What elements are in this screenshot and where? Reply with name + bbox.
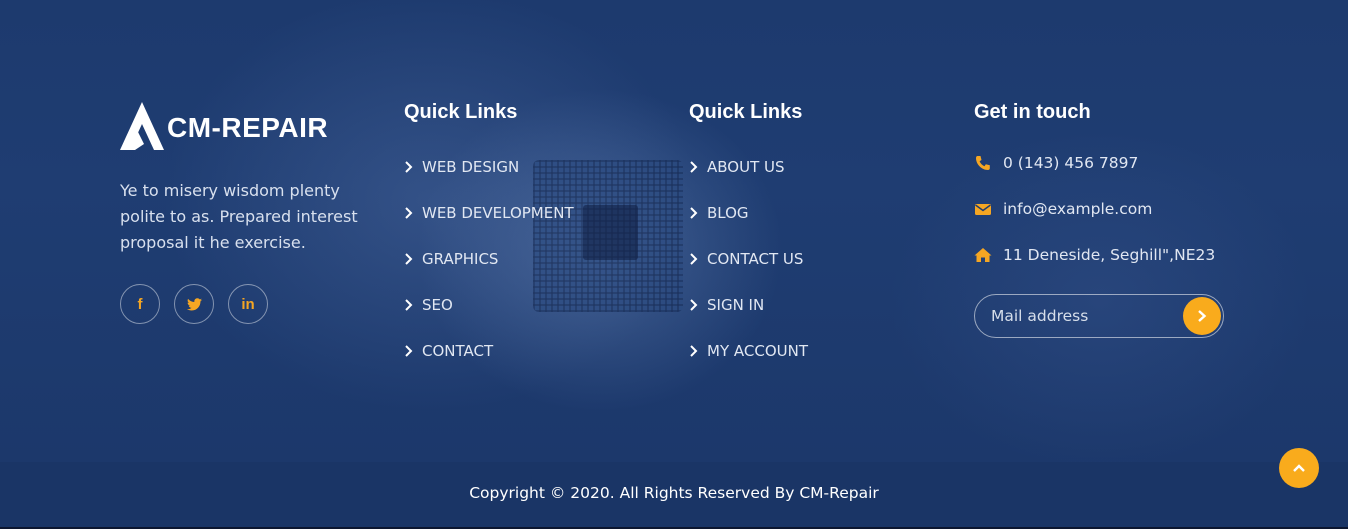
- home-icon: [974, 248, 992, 262]
- footer-bottom: Copyright © 2020. All Rights Reserved By…: [0, 462, 1348, 529]
- chevron-right-icon: [690, 299, 698, 311]
- logo[interactable]: CM-REPAIR: [120, 98, 380, 154]
- link-label: GRAPHICS: [422, 250, 499, 268]
- link-seo[interactable]: SEO: [404, 282, 664, 328]
- chevron-right-icon: [405, 345, 413, 357]
- contact-phone[interactable]: 0 (143) 456 7897: [974, 140, 1234, 186]
- phone-icon: [976, 156, 990, 170]
- link-label: WEB DEVELOPMENT: [422, 204, 574, 222]
- quick-links-column-1: Quick Links WEB DESIGN WEB DEVELOPMENT G…: [404, 96, 664, 374]
- link-graphics[interactable]: GRAPHICS: [404, 236, 664, 282]
- address-text: 11 Deneside, Seghill",NE23: [1003, 246, 1216, 264]
- contact-address: 11 Deneside, Seghill",NE23: [974, 232, 1234, 278]
- quick-links-title: Quick Links: [404, 101, 518, 123]
- scroll-to-top-button[interactable]: [1279, 448, 1319, 488]
- email-text: info@example.com: [1003, 200, 1153, 218]
- chevron-right-icon: [405, 299, 413, 311]
- twitter-link[interactable]: [174, 284, 214, 324]
- link-web-development[interactable]: WEB DEVELOPMENT: [404, 190, 664, 236]
- chevron-right-icon: [405, 253, 413, 265]
- footer-top: CM-REPAIR Ye to misery wisdom plenty pol…: [0, 0, 1348, 462]
- chevron-right-icon: [1198, 310, 1207, 322]
- contact-title: Get in touch: [974, 101, 1091, 123]
- copyright-text: Copyright © 2020. All Rights Reserved By…: [469, 484, 879, 502]
- contact-email[interactable]: info@example.com: [974, 186, 1234, 232]
- link-label: MY ACCOUNT: [707, 342, 808, 360]
- chevron-right-icon: [405, 161, 413, 173]
- link-contact[interactable]: CONTACT: [404, 328, 664, 374]
- phone-text: 0 (143) 456 7897: [1003, 154, 1139, 172]
- brand-column: CM-REPAIR Ye to misery wisdom plenty pol…: [120, 96, 380, 324]
- newsletter-submit-button[interactable]: [1183, 297, 1221, 335]
- contact-list: 0 (143) 456 7897 info@example.com 11 Den…: [974, 140, 1234, 278]
- contact-column: Get in touch 0 (143) 456 7897 info@examp…: [974, 96, 1234, 338]
- quick-links-list: WEB DESIGN WEB DEVELOPMENT GRAPHICS SEO …: [404, 144, 664, 374]
- chevron-up-icon: [1293, 464, 1305, 472]
- social-links: f in: [120, 284, 380, 324]
- link-label: CONTACT US: [707, 250, 804, 268]
- newsletter-email-input[interactable]: [975, 307, 1175, 325]
- link-label: WEB DESIGN: [422, 158, 520, 176]
- quick-links-list: ABOUT US BLOG CONTACT US SIGN IN MY ACCO…: [689, 144, 949, 374]
- chevron-right-icon: [690, 253, 698, 265]
- envelope-icon: [975, 204, 991, 215]
- link-label: BLOG: [707, 204, 749, 222]
- chevron-right-icon: [690, 207, 698, 219]
- link-contact-us[interactable]: CONTACT US: [689, 236, 949, 282]
- quick-links-column-2: Quick Links ABOUT US BLOG CONTACT US SIG…: [689, 96, 949, 374]
- newsletter-form: [974, 294, 1224, 338]
- link-label: SIGN IN: [707, 296, 765, 314]
- link-blog[interactable]: BLOG: [689, 190, 949, 236]
- link-label: SEO: [422, 296, 453, 314]
- facebook-link[interactable]: f: [120, 284, 160, 324]
- link-label: CONTACT: [422, 342, 494, 360]
- linkedin-icon: in: [241, 295, 255, 313]
- brand-about-text: Ye to misery wisdom plenty polite to as.…: [120, 181, 358, 252]
- triangle-logo-icon: [120, 102, 164, 150]
- twitter-icon: [186, 297, 202, 310]
- link-about-us[interactable]: ABOUT US: [689, 144, 949, 190]
- link-my-account[interactable]: MY ACCOUNT: [689, 328, 949, 374]
- linkedin-link[interactable]: in: [228, 284, 268, 324]
- chevron-right-icon: [690, 345, 698, 357]
- quick-links-title: Quick Links: [689, 101, 803, 123]
- brand-name: CM-REPAIR: [167, 112, 329, 143]
- link-label: ABOUT US: [707, 158, 785, 176]
- chevron-right-icon: [405, 207, 413, 219]
- facebook-icon: f: [137, 295, 143, 313]
- link-sign-in[interactable]: SIGN IN: [689, 282, 949, 328]
- link-web-design[interactable]: WEB DESIGN: [404, 144, 664, 190]
- chevron-right-icon: [690, 161, 698, 173]
